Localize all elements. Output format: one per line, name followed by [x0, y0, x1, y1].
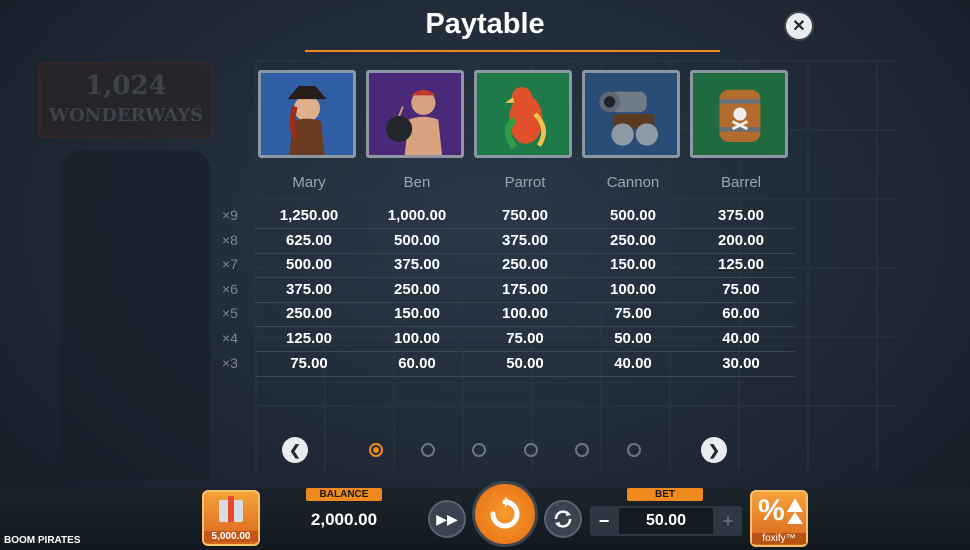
symbol-image-barrel	[690, 70, 788, 158]
payout-value: 30.00	[722, 354, 760, 372]
payout-value: 1,250.00	[279, 207, 339, 224]
fast-forward-icon: ▶▶	[436, 510, 458, 527]
percent-icon: %	[758, 494, 785, 527]
payout-value: 250.00	[394, 280, 440, 298]
ship-background	[60, 150, 210, 480]
payout-value: 375.00	[394, 256, 440, 274]
payout-value: 250.00	[502, 256, 548, 274]
page-dot[interactable]	[369, 443, 383, 457]
page-dot[interactable]	[626, 443, 641, 457]
row-divider	[255, 228, 795, 229]
row-divider	[255, 351, 795, 352]
payout-value: 100.00	[502, 305, 548, 323]
payout-value: 150.00	[610, 256, 656, 274]
multiplier-label: ×3	[222, 354, 238, 371]
next-page-button[interactable]: ❯	[701, 437, 727, 463]
arrow-up-icon	[787, 498, 803, 512]
payout-value: 60.00	[398, 354, 436, 372]
chevron-right-icon: ❯	[708, 441, 720, 458]
symbol-name-mary: Mary	[292, 174, 326, 191]
payout-value: 500.00	[610, 207, 656, 224]
game-name: BOOM PIRATES	[4, 535, 81, 546]
payout-value: 40.00	[614, 354, 652, 372]
gift-button[interactable]: 5,000.00	[202, 490, 260, 546]
symbol-image-mary	[258, 70, 356, 158]
symbol-image-parrot	[474, 70, 572, 158]
spin-icon	[490, 497, 520, 529]
payout-value: 750.00	[502, 207, 548, 224]
prev-page-button[interactable]: ❮	[282, 437, 308, 463]
payout-value: 375.00	[502, 231, 548, 249]
gift-ribbon	[228, 496, 234, 522]
multiplier-label: ×9	[222, 207, 238, 223]
symbol-name-cannon: Cannon	[606, 174, 660, 191]
payout-value: 100.00	[394, 330, 440, 347]
payout-value: 125.00	[718, 256, 764, 274]
page-title: Paytable	[425, 8, 545, 40]
close-button[interactable]: ✕	[786, 13, 812, 39]
payout-value: 75.00	[290, 354, 328, 372]
symbol-name-ben: Ben	[403, 174, 431, 191]
multiplier-label: ×8	[222, 231, 238, 248]
close-icon: ✕	[792, 18, 806, 35]
turbo-button[interactable]: ▶▶	[428, 500, 466, 538]
symbol-image-cannon	[582, 70, 680, 158]
payout-value: 500.00	[286, 256, 332, 274]
multiplier-label: ×6	[222, 280, 238, 297]
payout-value: 1,000.00	[387, 207, 447, 224]
title-underline	[305, 50, 720, 52]
game-logo-background: 1,024 WONDERWAYS	[38, 62, 214, 138]
logo-line-2: WONDERWAYS	[48, 105, 204, 126]
row-divider	[255, 326, 795, 328]
chevron-left-icon: ❮	[289, 441, 301, 458]
page-dot[interactable]	[523, 443, 538, 457]
multiplier-label: ×5	[222, 305, 238, 322]
payout-value: 200.00	[718, 231, 764, 249]
row-divider	[255, 252, 795, 254]
gift-amount: 5,000.00	[204, 531, 258, 542]
payout-value: 175.00	[502, 280, 548, 298]
payout-value: 40.00	[722, 330, 760, 347]
payout-value: 100.00	[610, 280, 656, 298]
row-divider	[255, 301, 795, 303]
autoplay-button[interactable]	[544, 500, 582, 538]
payout-value: 500.00	[394, 231, 440, 249]
payout-value: 375.00	[718, 207, 764, 224]
bet-decrease-button[interactable]: −	[592, 508, 616, 534]
page-dot[interactable]	[472, 443, 486, 457]
balance-label: BALANCE	[306, 488, 382, 501]
bet-label: BET	[627, 488, 703, 501]
multiplier-label: ×4	[222, 330, 238, 346]
multiplier-label: ×7	[222, 256, 238, 273]
bet-value: 50.00	[619, 508, 713, 534]
row-divider	[255, 375, 795, 377]
payout-value: 50.00	[614, 330, 652, 347]
row-divider	[255, 277, 795, 279]
payout-value: 75.00	[722, 280, 760, 298]
payout-value: 250.00	[286, 305, 332, 323]
payout-value: 125.00	[286, 330, 332, 347]
spin-button[interactable]	[472, 481, 538, 547]
payout-value: 375.00	[286, 280, 332, 298]
symbol-name-parrot: Parrot	[504, 174, 546, 191]
payout-value: 75.00	[506, 330, 544, 347]
payout-value: 75.00	[614, 305, 652, 323]
bet-increase-button[interactable]: +	[716, 508, 740, 534]
page-dot[interactable]	[575, 443, 589, 457]
arrow-up-icon-2	[787, 512, 803, 524]
payout-value: 60.00	[722, 305, 760, 323]
page-dot[interactable]	[420, 443, 435, 457]
autoplay-icon	[554, 510, 572, 528]
balance-value: 2,000.00	[310, 510, 378, 529]
foxify-label: foxify™	[752, 533, 806, 544]
symbol-image-ben	[366, 70, 464, 158]
logo-line-1: 1,024	[85, 71, 167, 101]
payout-value: 150.00	[394, 305, 440, 323]
payout-value: 50.00	[506, 354, 544, 372]
payout-value: 250.00	[610, 231, 656, 249]
foxify-button[interactable]: % foxify™	[750, 490, 808, 547]
symbol-name-barrel: Barrel	[720, 174, 761, 191]
payout-value: 625.00	[286, 231, 332, 249]
